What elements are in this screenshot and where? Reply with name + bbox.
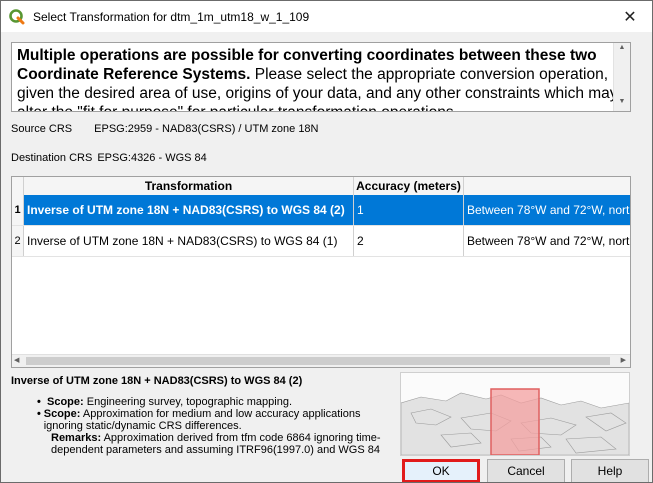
header-corner bbox=[12, 177, 24, 195]
remarks-label: Remarks: bbox=[51, 432, 102, 444]
row-transformation: Inverse of UTM zone 18N + NAD83(CSRS) to… bbox=[24, 195, 354, 225]
close-button[interactable]: ✕ bbox=[608, 1, 652, 32]
qgis-logo-icon bbox=[9, 8, 25, 24]
destination-crs-label: Destination CRS bbox=[11, 152, 93, 164]
source-crs-label: Source CRS bbox=[11, 123, 73, 135]
destination-crs-row: Destination CRS EPSG:4326 - WGS 84 bbox=[11, 152, 207, 164]
info-scrollbar[interactable]: ▲ ▼ bbox=[613, 43, 630, 111]
row-accuracy: 2 bbox=[354, 226, 464, 256]
transformation-dialog: Select Transformation for dtm_1m_utm18_w… bbox=[0, 0, 653, 483]
row-number: 1 bbox=[12, 195, 24, 225]
transformations-table[interactable]: Transformation Accuracy (meters) 1 Inver… bbox=[11, 176, 631, 368]
scroll-left-arrow-icon[interactable]: ◀ bbox=[14, 356, 19, 364]
area-of-use-map bbox=[400, 372, 630, 456]
scope-label: Scope: bbox=[47, 396, 84, 408]
title-bar: Select Transformation for dtm_1m_utm18_w… bbox=[1, 1, 652, 32]
cancel-button[interactable]: Cancel bbox=[487, 459, 565, 482]
area-of-use-highlight bbox=[490, 388, 540, 455]
header-area[interactable] bbox=[464, 177, 630, 195]
destination-crs-value: EPSG:4326 - WGS 84 bbox=[97, 152, 207, 164]
remarks: Remarks: Approximation derived from tfm … bbox=[51, 432, 392, 456]
header-transformation[interactable]: Transformation bbox=[24, 177, 354, 195]
list-item: • Scope: Engineering survey, topographic… bbox=[37, 396, 292, 408]
source-crs-row: Source CRS EPSG:2959 - NAD83(CSRS) / UTM … bbox=[11, 123, 319, 135]
table-row[interactable]: 2 Inverse of UTM zone 18N + NAD83(CSRS) … bbox=[12, 226, 630, 257]
details-panel: • Scope: Engineering survey, topographic… bbox=[37, 396, 392, 456]
list-item: • Scope: Approximation for medium and lo… bbox=[37, 408, 361, 432]
source-crs-value: EPSG:2959 - NAD83(CSRS) / UTM zone 18N bbox=[94, 123, 319, 135]
close-icon: ✕ bbox=[623, 8, 637, 26]
help-button[interactable]: Help bbox=[571, 459, 649, 482]
table-row[interactable]: 1 Inverse of UTM zone 18N + NAD83(CSRS) … bbox=[12, 195, 630, 226]
scrollbar-thumb[interactable] bbox=[26, 357, 610, 365]
scope-text: Engineering survey, topographic mapping. bbox=[83, 396, 292, 408]
row-area: Between 78°W and 72°W, northern bbox=[467, 234, 630, 248]
scope-label: Scope: bbox=[43, 408, 81, 420]
table-header: Transformation Accuracy (meters) bbox=[12, 177, 630, 196]
info-text-box[interactable]: Multiple operations are possible for con… bbox=[11, 42, 631, 112]
scroll-up-arrow-icon[interactable]: ▲ bbox=[614, 44, 630, 56]
scroll-right-arrow-icon[interactable]: ▶ bbox=[621, 356, 626, 364]
details-title: Inverse of UTM zone 18N + NAD83(CSRS) to… bbox=[11, 375, 303, 387]
scroll-down-arrow-icon[interactable]: ▼ bbox=[614, 98, 630, 110]
window-title: Select Transformation for dtm_1m_utm18_w… bbox=[33, 9, 310, 24]
header-accuracy[interactable]: Accuracy (meters) bbox=[354, 177, 464, 195]
map-graphic bbox=[401, 388, 629, 455]
table-horizontal-scrollbar[interactable]: ◀ ▶ bbox=[12, 354, 630, 367]
scope-text: Approximation for medium and low accurac… bbox=[43, 408, 361, 432]
row-area: Between 78°W and 72°W, northern bbox=[467, 203, 630, 217]
row-number: 2 bbox=[12, 226, 24, 256]
row-accuracy: 1 bbox=[354, 195, 464, 225]
remarks-text: Approximation derived from tfm code 6864… bbox=[51, 432, 381, 456]
row-transformation: Inverse of UTM zone 18N + NAD83(CSRS) to… bbox=[24, 226, 354, 256]
ok-button[interactable]: OK bbox=[402, 459, 480, 482]
